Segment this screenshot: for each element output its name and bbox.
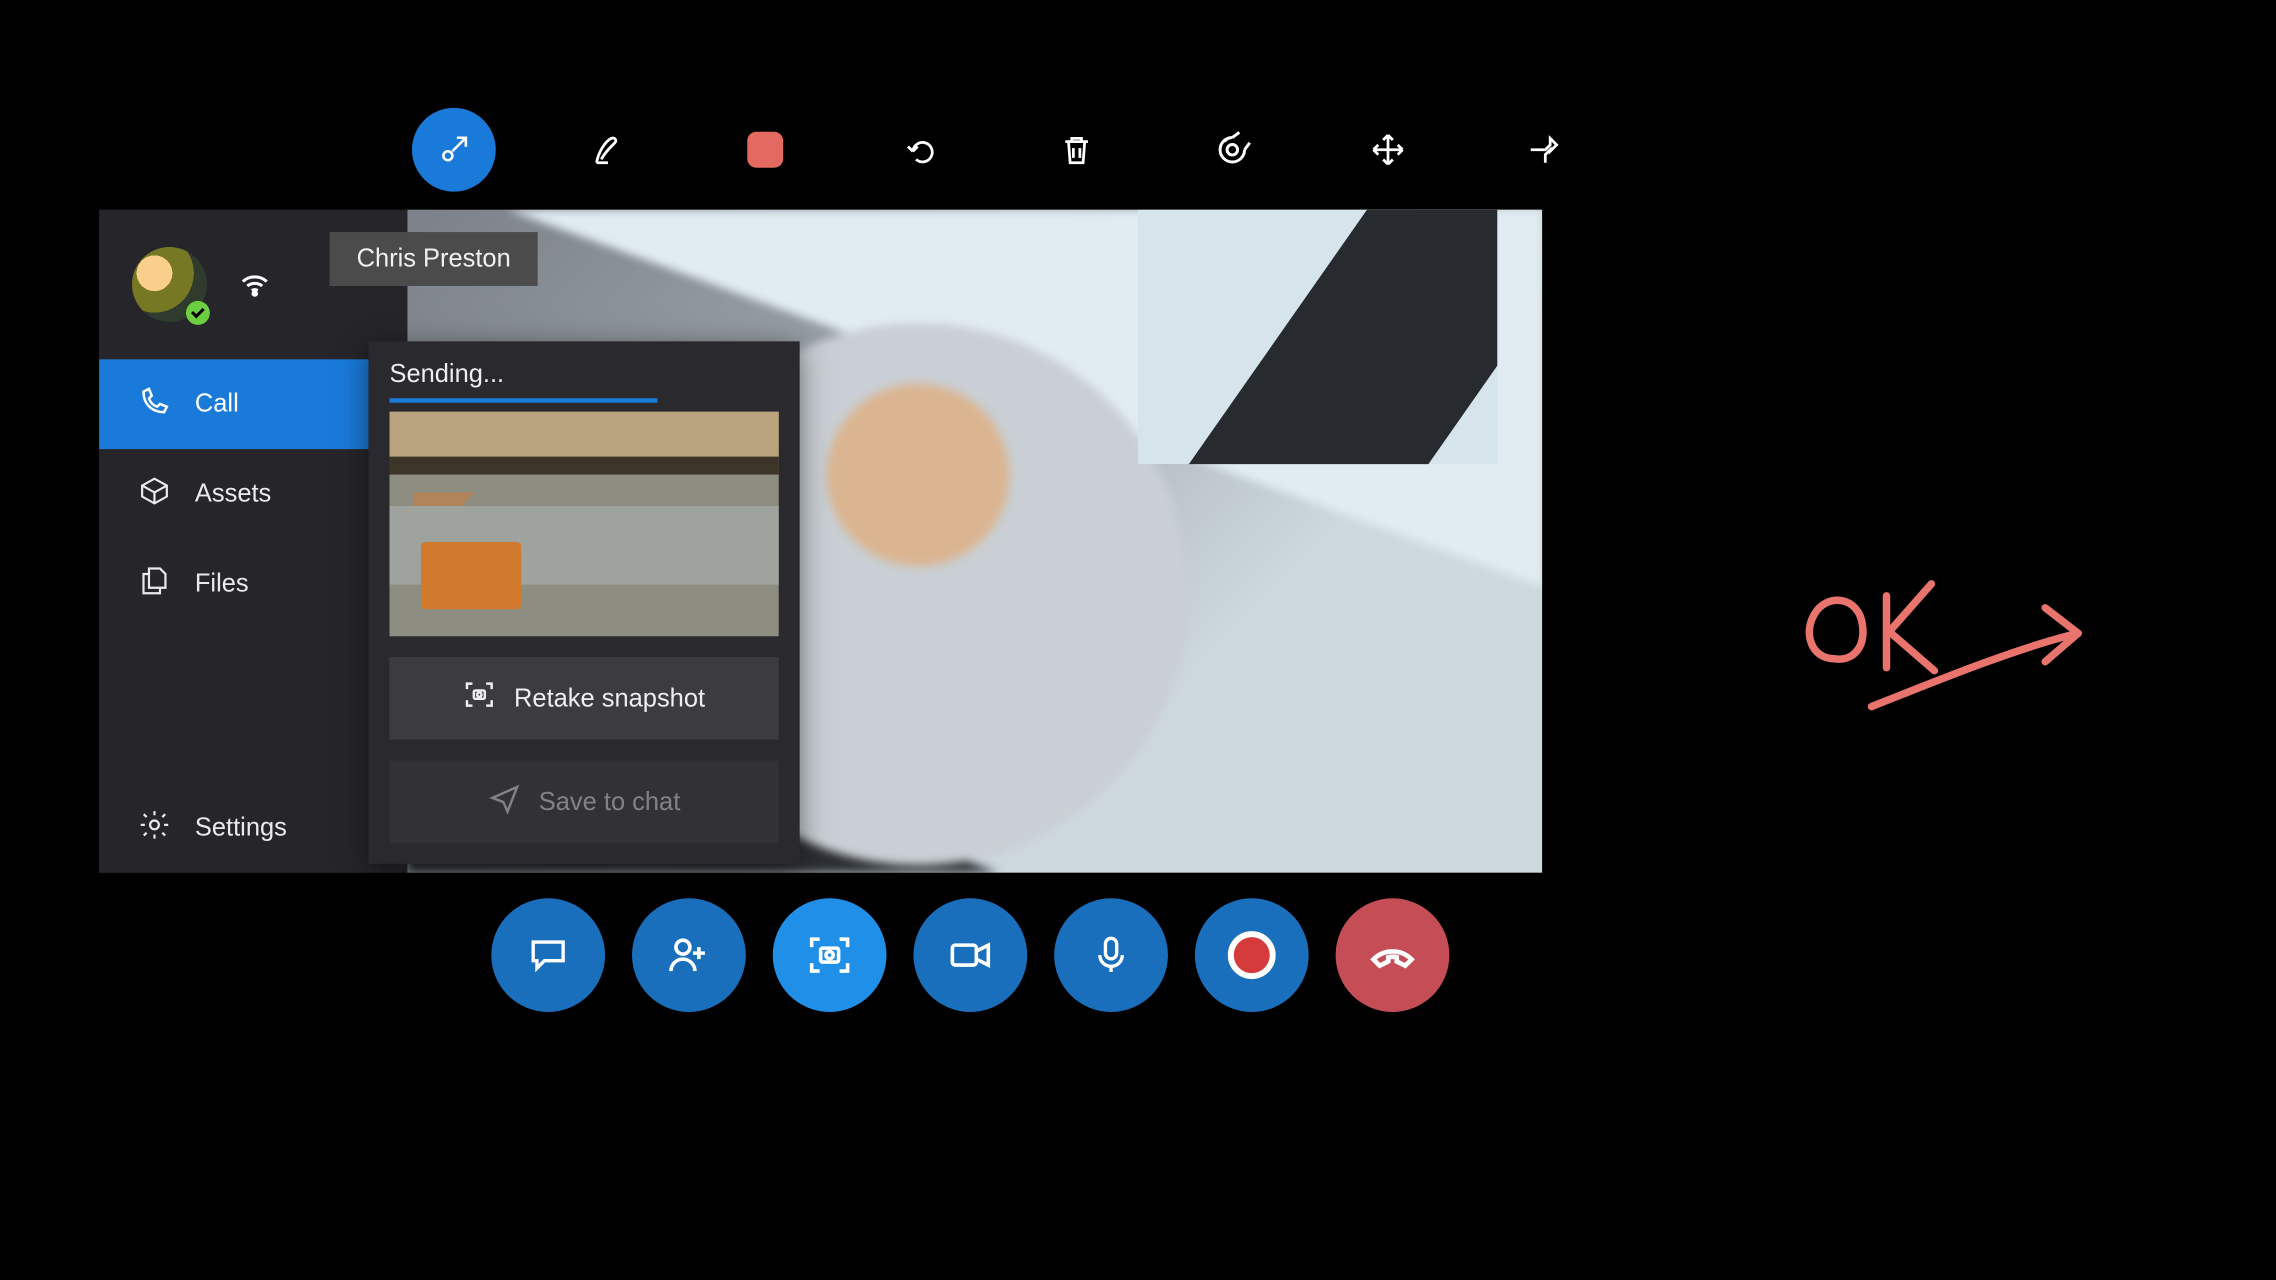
send-icon	[488, 781, 521, 821]
trash-icon[interactable]	[1035, 108, 1119, 192]
draw-icon[interactable]	[568, 108, 652, 192]
wifi-icon	[237, 263, 273, 306]
snapshot-button[interactable]	[773, 898, 887, 1012]
call-controls	[491, 898, 1449, 1012]
sidebar-item-label: Settings	[195, 813, 287, 843]
record-icon	[1228, 931, 1276, 979]
target-icon[interactable]	[1190, 108, 1274, 192]
mic-button[interactable]	[1054, 898, 1168, 1012]
save-label: Save to chat	[539, 787, 680, 817]
camera-focus-icon	[463, 678, 496, 718]
app-window: Call Assets Files	[99, 210, 1542, 873]
phone-icon	[138, 384, 171, 424]
sidebar-item-files[interactable]: Files	[99, 539, 368, 629]
sidebar-item-call[interactable]: Call	[99, 359, 368, 449]
add-person-button[interactable]	[632, 898, 746, 1012]
sidebar-item-settings[interactable]: Settings	[99, 783, 368, 873]
box-icon	[138, 474, 171, 514]
save-to-chat-button: Save to chat	[390, 761, 779, 843]
gear-icon	[138, 808, 171, 848]
shrink-icon[interactable]	[412, 108, 496, 192]
move-arrows-icon[interactable]	[1346, 108, 1430, 192]
retake-label: Retake snapshot	[514, 683, 705, 713]
sidebar-header	[99, 210, 368, 360]
snapshot-panel: Sending... Retake snapshot Save to chat	[369, 341, 800, 863]
record-button[interactable]	[1195, 898, 1309, 1012]
undo-icon[interactable]	[879, 108, 963, 192]
sidebar: Call Assets Files	[99, 210, 368, 873]
files-icon	[138, 564, 171, 604]
participant-name-tag: Chris Preston	[330, 232, 538, 286]
sidebar-item-assets[interactable]: Assets	[99, 449, 368, 539]
participant-name: Chris Preston	[357, 244, 511, 272]
snapshot-preview	[390, 412, 779, 637]
sidebar-item-label: Files	[195, 569, 249, 599]
end-call-button[interactable]	[1336, 898, 1450, 1012]
sidebar-item-label: Assets	[195, 479, 271, 509]
upload-progress	[390, 398, 657, 402]
sidebar-item-label: Call	[195, 389, 239, 419]
chat-button[interactable]	[491, 898, 605, 1012]
annotation	[1782, 550, 2126, 730]
stop-icon[interactable]	[723, 108, 807, 192]
retake-snapshot-button[interactable]: Retake snapshot	[390, 657, 779, 739]
pin-icon[interactable]	[1502, 108, 1586, 192]
avatar[interactable]	[132, 247, 207, 322]
top-toolbar	[412, 108, 1586, 192]
presence-badge	[186, 301, 210, 325]
snapshot-status: Sending...	[369, 341, 800, 398]
video-button[interactable]	[913, 898, 1027, 1012]
